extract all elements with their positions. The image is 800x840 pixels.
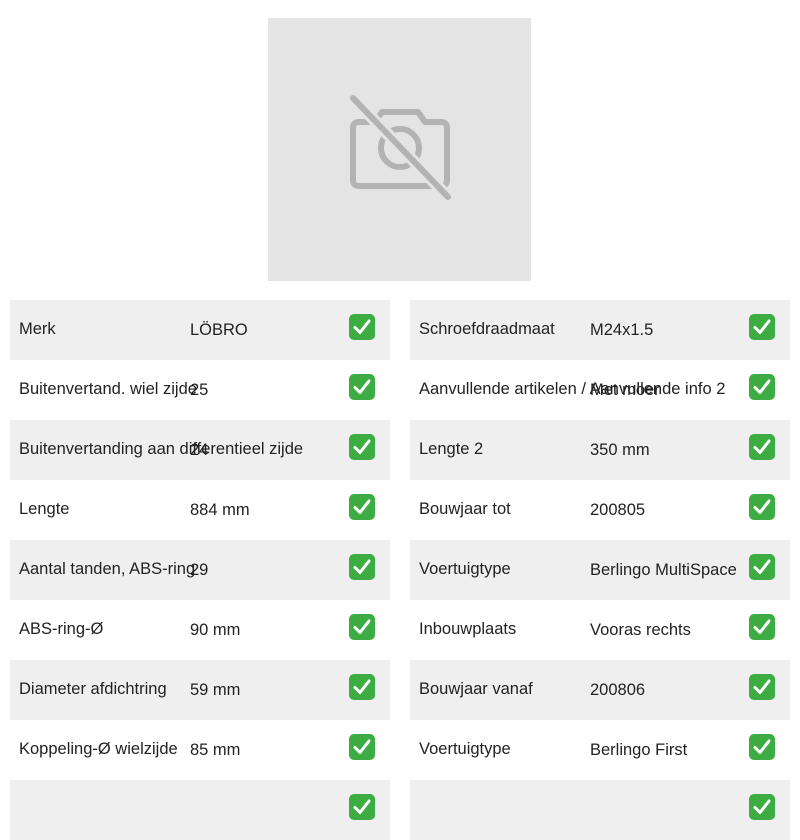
spec-label: Inbouwplaats [419, 620, 517, 638]
check-mark-icon [349, 314, 375, 340]
spec-value: LÖBRO [190, 321, 248, 339]
spec-value: 59 mm [190, 681, 241, 699]
no-camera-icon [346, 94, 454, 203]
spec-row: Buitenvertand. wiel zijde 25 [10, 360, 390, 420]
specs-table-left: Merk LÖBRO Buitenvertand. wiel zijde 25 Buit… [10, 300, 390, 840]
spec-label: Bouwjaar vanaf [419, 680, 533, 698]
spec-label: Voertuigtype [419, 740, 511, 758]
check-mark-glyph [353, 559, 371, 574]
check-mark-glyph [353, 379, 371, 394]
spec-row: Diameter afdichtring 59 mm [10, 660, 390, 720]
spec-row: ABS-ring-Ø 90 mm [10, 600, 390, 660]
check-mark-glyph [753, 319, 771, 334]
check-mark-glyph [353, 499, 371, 514]
check-mark-icon [349, 614, 375, 640]
specs-table-right: Schroefdraadmaat M24x1.5 Aanvullende artik… [410, 300, 790, 840]
spec-value: 200806 [590, 681, 646, 699]
check-mark-glyph [753, 499, 771, 514]
spec-row: Voertuigtype Berlingo MultiSpace [410, 540, 790, 600]
check-mark-icon [749, 554, 775, 580]
spec-value: 200805 [590, 501, 646, 519]
check-mark-icon [749, 794, 775, 820]
check-mark-icon [749, 614, 775, 640]
spec-value: Berlingo First [590, 741, 688, 759]
spec-value: Berlingo MultiSpace [590, 561, 737, 579]
check-mark-icon [749, 314, 775, 340]
spec-label: ABS-ring-Ø [19, 620, 104, 638]
spec-value: 29 [190, 561, 209, 579]
spec-label: Voertuigtype [419, 560, 511, 578]
spec-value: Met moer [590, 381, 660, 399]
spec-label: Diameter afdichtring [19, 680, 167, 698]
spec-row [10, 780, 390, 840]
check-mark-icon [349, 494, 375, 520]
check-mark-icon [349, 554, 375, 580]
spec-value: 90 mm [190, 621, 241, 639]
check-mark-glyph [753, 739, 771, 754]
check-mark-glyph [753, 799, 771, 814]
check-mark-glyph [353, 739, 371, 754]
check-mark-glyph [753, 559, 771, 574]
check-mark-glyph [753, 379, 771, 394]
spec-label: Bouwjaar tot [419, 500, 511, 518]
spec-row: Bouwjaar vanaf 200806 [410, 660, 790, 720]
spec-row [410, 780, 790, 840]
check-mark-icon [749, 374, 775, 400]
check-mark-glyph [353, 619, 371, 634]
spec-row: Inbouwplaats Vooras rechts [410, 600, 790, 660]
check-mark-icon [349, 374, 375, 400]
product-image-placeholder [268, 18, 531, 281]
spec-label: Buitenvertand. wiel zijde [19, 380, 197, 398]
check-mark-icon [349, 434, 375, 460]
check-mark-icon [749, 434, 775, 460]
spec-value: 884 mm [190, 501, 250, 519]
check-mark-icon [749, 494, 775, 520]
spec-label: Koppeling-Ø wielzijde [19, 740, 178, 758]
spec-value: 350 mm [590, 441, 650, 459]
spec-value: 25 [190, 381, 209, 399]
check-mark-icon [349, 674, 375, 700]
check-mark-glyph [353, 799, 371, 814]
check-mark-icon [749, 674, 775, 700]
check-mark-glyph [753, 679, 771, 694]
spec-row: Lengte 2 350 mm [410, 420, 790, 480]
spec-row: Aanvullende artikelen / Aanvullende info… [410, 360, 790, 420]
spec-label: Merk [19, 320, 56, 338]
check-mark-glyph [353, 679, 371, 694]
check-mark-icon [349, 794, 375, 820]
spec-row: Bouwjaar tot 200805 [410, 480, 790, 540]
spec-value: 24 [190, 441, 209, 459]
check-mark-icon [349, 734, 375, 760]
check-mark-glyph [753, 619, 771, 634]
spec-value: 85 mm [190, 741, 241, 759]
spec-value: M24x1.5 [590, 321, 654, 339]
spec-row: Koppeling-Ø wielzijde 85 mm [10, 720, 390, 780]
check-mark-glyph [353, 319, 371, 334]
check-mark-icon [749, 734, 775, 760]
spec-row: Buitenvertanding aan differentieel zijde… [10, 420, 390, 480]
spec-row: Schroefdraadmaat M24x1.5 [410, 300, 790, 360]
spec-label: Aanvullende artikelen / Aanvullende info… [419, 380, 726, 398]
spec-label: Schroefdraadmaat [419, 320, 555, 338]
spec-label: Lengte 2 [419, 440, 484, 458]
spec-row: Merk LÖBRO [10, 300, 390, 360]
spec-row: Voertuigtype Berlingo First [410, 720, 790, 780]
spec-label: Buitenvertanding aan differentieel zijde [19, 440, 304, 458]
spec-label: Lengte [19, 500, 70, 518]
spec-row: Lengte 884 mm [10, 480, 390, 540]
check-mark-glyph [353, 439, 371, 454]
spec-row: Aantal tanden, ABS-ring 29 [10, 540, 390, 600]
spec-label: Aantal tanden, ABS-ring [19, 560, 196, 578]
check-mark-glyph [753, 439, 771, 454]
spec-value: Vooras rechts [590, 621, 691, 639]
